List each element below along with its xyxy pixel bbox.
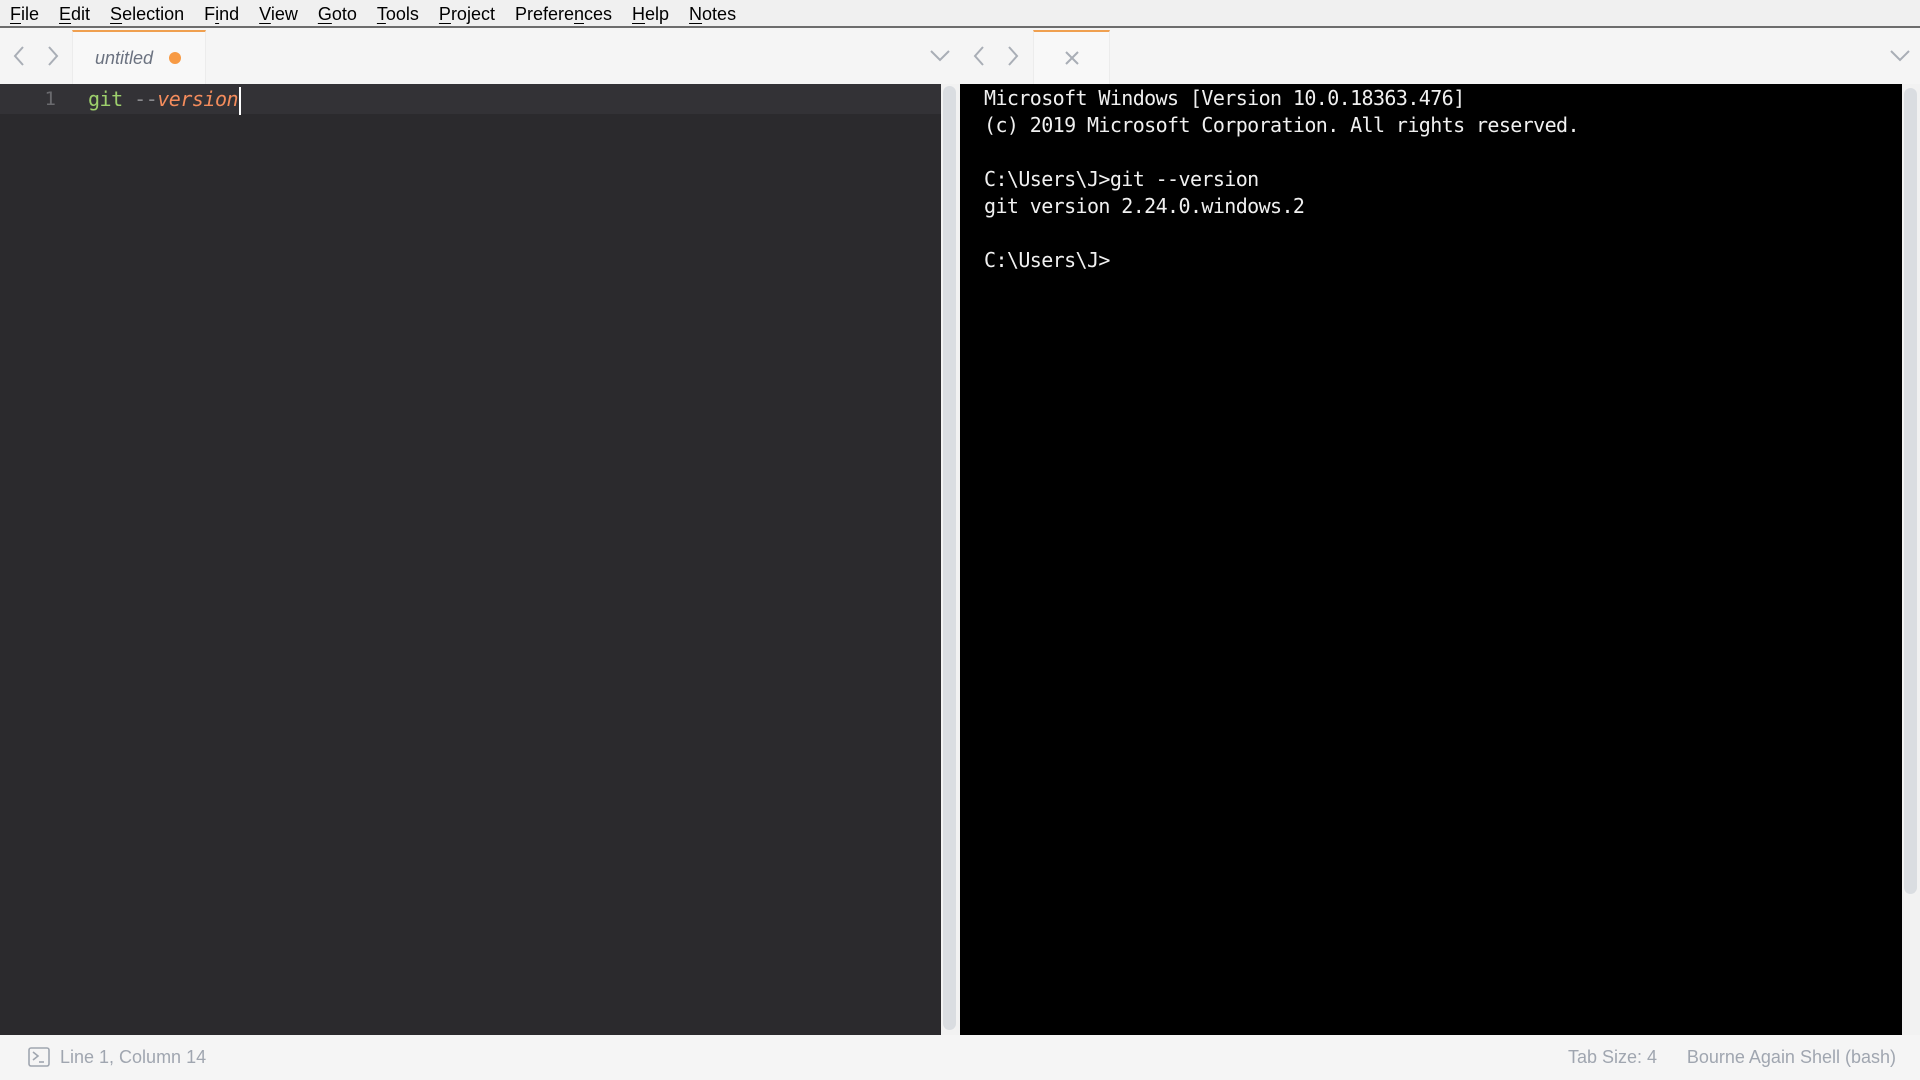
menu-edit[interactable]: Edit [49,0,100,27]
tab-untitled[interactable]: untitled [72,30,206,84]
syntax-mode[interactable]: Bourne Again Shell (bash) [1687,1047,1896,1068]
tab-forward-button-right-pane[interactable] [996,28,1030,84]
menu-view[interactable]: View [249,0,308,27]
terminal-line: Microsoft Windows [Version 10.0.18363.47… [984,86,1465,110]
menu-tools[interactable]: Tools [367,0,429,27]
terminal-line: git version 2.24.0.windows.2 [984,194,1305,218]
status-bar: Line 1, Column 14 Tab Size: 4 Bourne Aga… [0,1035,1920,1080]
chevron-right-icon [48,46,59,66]
menu-file[interactable]: File [0,0,49,27]
chevron-down-icon [930,50,950,62]
terminal-scrollbar-thumb[interactable] [1904,88,1917,894]
menu-goto[interactable]: Goto [308,0,367,27]
chevron-down-icon [1890,50,1910,62]
chevron-left-icon [13,46,24,66]
token-command: git [88,87,123,111]
menu-bar: File Edit Selection Find View Goto Tools… [0,0,1920,28]
console-icon[interactable] [28,1047,50,1067]
close-icon [1064,51,1079,65]
tab-back-button-right-pane[interactable] [962,28,996,84]
terminal-line: (c) 2019 Microsoft Corporation. All righ… [984,113,1580,137]
menu-help[interactable]: Help [622,0,679,27]
terminal-prompt: C:\Users\J> [984,248,1110,272]
right-tab-bar [1033,28,1920,84]
editor-scrollbar[interactable] [941,84,960,1035]
unsaved-dot-icon[interactable] [169,52,182,64]
text-caret [239,86,242,115]
tab-forward-button[interactable] [36,28,70,84]
tab-list-dropdown-right[interactable] [1882,28,1918,84]
line-number: 1 [44,88,56,110]
chevron-left-icon [973,46,984,66]
menu-preferences[interactable]: Preferences [505,0,622,27]
menu-selection[interactable]: Selection [100,0,194,27]
code-editor[interactable]: 1 git --version [0,84,941,1035]
tab-list-dropdown-left[interactable] [922,28,958,84]
code-line[interactable]: git --version [88,84,242,115]
tab-terminal[interactable] [1033,30,1110,84]
chevron-right-icon [1008,46,1019,66]
tab-back-button[interactable] [2,28,36,84]
terminal-scrollbar[interactable] [1902,84,1920,1035]
terminal-view[interactable]: Microsoft Windows [Version 10.0.18363.47… [960,84,1902,1035]
token-dashes: -- [122,87,158,111]
editor-scrollbar-thumb[interactable] [943,86,956,1030]
menu-project[interactable]: Project [429,0,505,27]
token-argument: version [157,87,239,111]
left-tab-bar: untitled [0,28,1033,84]
cursor-position[interactable]: Line 1, Column 14 [60,1047,206,1068]
menu-find[interactable]: Find [194,0,249,27]
tab-label: untitled [95,47,154,68]
terminal-line: C:\Users\J>git --version [984,167,1259,191]
tab-size[interactable]: Tab Size: 4 [1568,1047,1657,1068]
menu-notes[interactable]: Notes [679,0,746,27]
tab-close-button[interactable] [1052,38,1092,78]
